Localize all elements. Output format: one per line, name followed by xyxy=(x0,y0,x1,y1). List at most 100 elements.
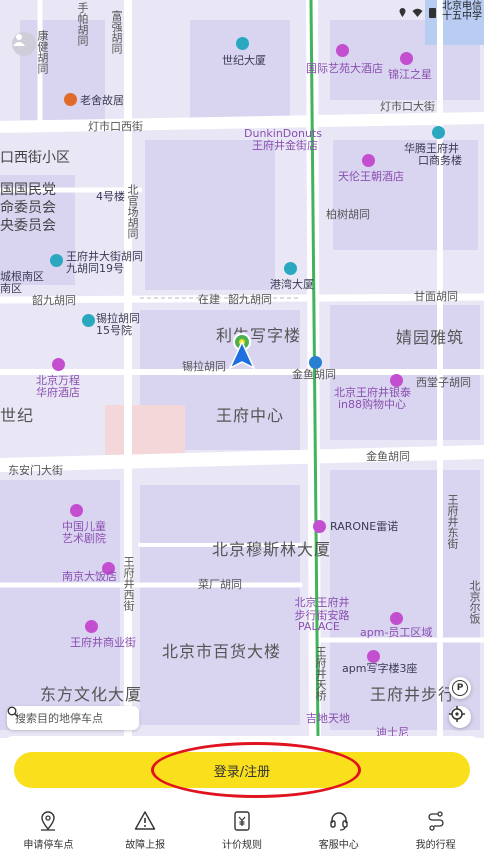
tab-fault-report[interactable]: 故障上报 xyxy=(97,806,194,862)
search-icon xyxy=(7,706,19,718)
user-icon xyxy=(13,34,25,46)
tab-label: 申请停车点 xyxy=(23,840,74,851)
hotel-icon xyxy=(400,52,413,65)
map-label: 世纪大厦 xyxy=(222,54,266,67)
map-label: 北京尔饭 xyxy=(468,580,481,624)
map-label: in88购物中心 xyxy=(338,398,407,411)
map-label: 港湾大厦 xyxy=(270,278,314,291)
route-icon xyxy=(428,811,444,831)
headset-icon xyxy=(330,812,348,831)
museum-icon xyxy=(64,93,77,106)
map-label: 金鱼胡同 xyxy=(366,450,410,463)
map-label: 王府井商业街 xyxy=(70,636,136,649)
map-label: 艺术剧院 xyxy=(62,532,106,545)
wifi-icon xyxy=(412,8,423,17)
map-label: 北官场胡同 xyxy=(126,184,139,239)
building-icon xyxy=(313,520,326,533)
building-icon xyxy=(50,254,63,267)
map-label: 金鱼胡同 xyxy=(292,368,336,381)
map-label: 富强胡同 xyxy=(110,10,123,54)
map-label: 东方文化大厦 xyxy=(40,685,143,704)
map-label: 央委员会 xyxy=(0,218,56,234)
battery-icon xyxy=(429,7,436,18)
building-icon xyxy=(85,620,98,633)
building-icon xyxy=(284,262,297,275)
crosshair-icon xyxy=(449,706,465,722)
building-icon xyxy=(390,612,403,625)
location-icon xyxy=(399,7,406,17)
locate-me-button[interactable] xyxy=(449,706,471,728)
map-label: apm-员工区域 xyxy=(360,626,433,639)
map-label: 王府井东街 xyxy=(446,494,459,549)
login-register-button[interactable]: 登录/注册 xyxy=(14,752,470,788)
building-icon xyxy=(82,314,95,327)
map-label: 锦江之星 xyxy=(388,68,432,81)
map-label: 灯市口西街 xyxy=(88,120,143,133)
map-label: 北京市百货大楼 xyxy=(162,642,282,661)
map-label: 王府井步行 xyxy=(370,685,456,704)
map-label: 王府井天桥 xyxy=(314,646,327,701)
login-register-label: 登录/注册 xyxy=(213,764,271,780)
tab-my-trips[interactable]: 我的行程 xyxy=(387,806,484,862)
carrier-label: 北京电信 十五中学 xyxy=(442,2,482,22)
map-label: 王府井西街 xyxy=(122,556,135,611)
tab-customer-service[interactable]: 客服中心 xyxy=(290,806,387,862)
map-label: 华府酒店 xyxy=(36,386,80,399)
current-location-marker xyxy=(222,332,262,372)
parking-toggle-button[interactable]: P xyxy=(449,677,471,699)
map-label: 柏树胡同 xyxy=(326,208,370,221)
tab-pricing-rules[interactable]: 计价规则 xyxy=(194,806,291,862)
hotel-icon xyxy=(336,44,349,57)
map-label: 菜厂胡同 xyxy=(198,578,242,591)
carrier-bottom: 十五中学 xyxy=(442,11,482,22)
status-bar: 北京电信 十五中学 xyxy=(397,2,482,22)
map-label: 婧园雅筑 xyxy=(396,328,465,347)
map-label: 南区 xyxy=(0,282,22,295)
tab-label: 客服中心 xyxy=(318,840,359,851)
map-label: 北京穆斯林大厦 xyxy=(212,540,332,559)
search-placeholder: 搜索目的地停车点 xyxy=(15,712,103,725)
map-label: PALACE xyxy=(298,620,340,633)
search-bar[interactable]: 搜索目的地停车点 xyxy=(7,706,139,730)
map-view[interactable]: 康健胡同 手帕胡同 富强胡同 世纪大厦 国际艺苑大酒店 锦江之星 老舍故居 灯市… xyxy=(0,0,484,738)
location-pin-plus-icon xyxy=(41,811,56,831)
bottom-tab-bar: 申请停车点 故障上报 计价规则 客服中心 我的行程 xyxy=(0,806,484,862)
map-label: apm写字楼3座 xyxy=(342,662,418,675)
building-icon xyxy=(432,126,445,139)
map-label: 东安门大街 xyxy=(8,464,63,477)
map-label: 老舍故居 xyxy=(80,94,124,107)
map-label: 灯市口大街 xyxy=(380,100,435,113)
yuan-receipt-icon xyxy=(234,811,250,831)
tab-label: 计价规则 xyxy=(221,840,262,851)
building-icon xyxy=(70,504,83,517)
map-label: 吉地天地 xyxy=(306,712,350,725)
map-label: 康健胡同 xyxy=(36,30,49,74)
parking-icon: P xyxy=(452,680,468,696)
tab-apply-parking[interactable]: 申请停车点 xyxy=(0,806,97,862)
map-label: 在建 xyxy=(198,293,220,306)
map-label: 南京大饭店 xyxy=(62,570,117,583)
map-label: 九胡同19号 xyxy=(66,262,124,275)
avatar[interactable] xyxy=(12,32,36,56)
map-label: 王府中心 xyxy=(216,406,285,425)
warning-triangle-icon xyxy=(134,811,156,830)
map-label: 命委员会 xyxy=(0,200,56,216)
map-label: 韶九胡同 xyxy=(228,293,272,306)
map-label: 韶九胡同 xyxy=(32,294,76,307)
map-label: 世纪 xyxy=(0,406,35,425)
hotel-icon xyxy=(52,358,65,371)
map-label: 15号院 xyxy=(96,324,132,337)
map-label: 口西街小区 xyxy=(0,150,70,166)
map-label: 天伦王朝酒店 xyxy=(338,170,404,183)
hotel-icon xyxy=(362,154,375,167)
app-screen: 康健胡同 手帕胡同 富强胡同 世纪大厦 国际艺苑大酒店 锦江之星 老舍故居 灯市… xyxy=(0,0,484,862)
tab-label: 故障上报 xyxy=(125,840,166,851)
map-label: 国际艺苑大酒店 xyxy=(306,62,383,75)
map-label: 国国民党 xyxy=(0,182,56,198)
map-label: 口商务楼 xyxy=(418,154,462,167)
tab-label: 我的行程 xyxy=(415,840,456,851)
map-label: 北京王府井步行街安路 xyxy=(294,596,350,622)
map-label: 西堂子胡同 xyxy=(416,376,471,389)
map-label: 手帕胡同 xyxy=(76,2,89,46)
map-label: 锡拉胡同 xyxy=(182,360,226,373)
